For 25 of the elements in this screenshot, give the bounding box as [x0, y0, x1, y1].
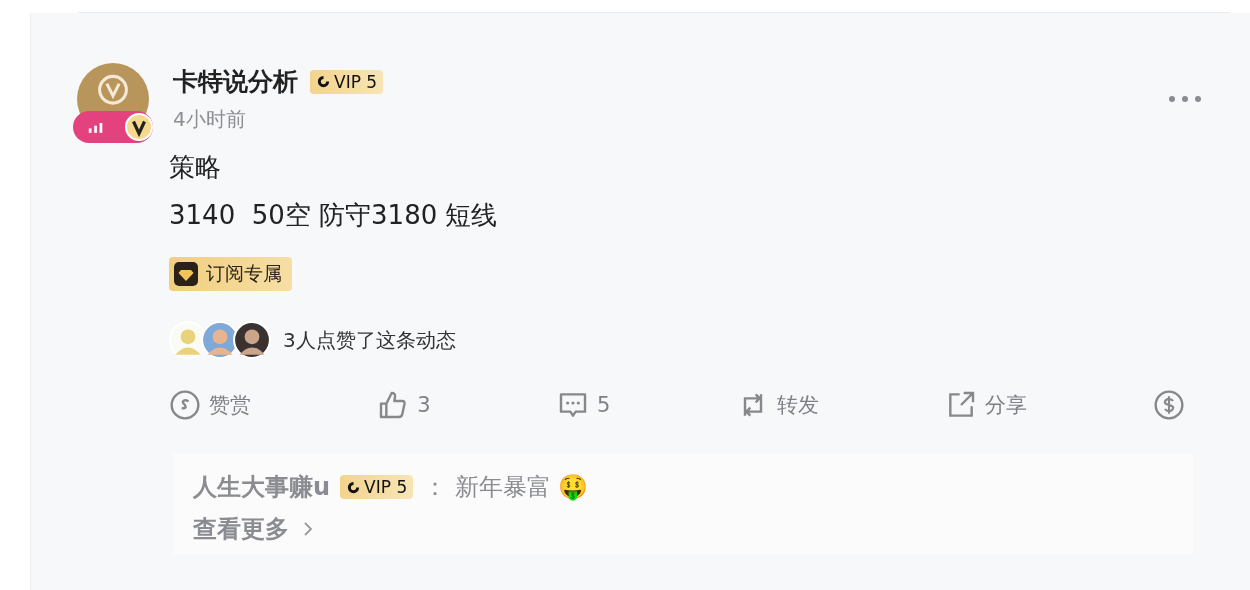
post-text: 3140 50空 防守3180 短线 [169, 199, 499, 232]
post-text: 策略 [169, 151, 222, 184]
subscriber-tag: 订阅专属 [169, 257, 292, 291]
like-button[interactable]: 3 [377, 389, 431, 421]
repost-button[interactable]: 转发 [736, 389, 819, 421]
vip-badge: VIP 5 [340, 475, 414, 499]
comment-text: ： 新年暴富 🤑 [423, 472, 589, 503]
coin-icon [169, 389, 201, 421]
commenter-name[interactable]: 人生大事赚u [193, 471, 331, 503]
vip-badge: VIP 5 [310, 69, 384, 94]
post-time: 4小时前 [173, 106, 247, 133]
view-more-link[interactable]: 查看更多 [193, 513, 289, 545]
likes-summary: 3人点赞了这条动态 [283, 326, 456, 354]
share-button[interactable]: 分享 [944, 389, 1027, 421]
author-name[interactable]: 卡特说分析 [173, 65, 298, 98]
bar-chart-icon [87, 120, 105, 134]
tip-button[interactable] [1153, 389, 1185, 421]
verified-v-icon [125, 113, 153, 141]
more-icon[interactable] [1168, 95, 1202, 103]
dollar-coin-icon [1153, 389, 1185, 421]
vip-ring-icon [316, 74, 331, 89]
vip-ring-icon [346, 479, 362, 495]
chevron-right-icon [303, 521, 313, 537]
comment-button[interactable]: 5 [556, 389, 611, 421]
reward-button[interactable]: 赞赏 [169, 389, 251, 421]
